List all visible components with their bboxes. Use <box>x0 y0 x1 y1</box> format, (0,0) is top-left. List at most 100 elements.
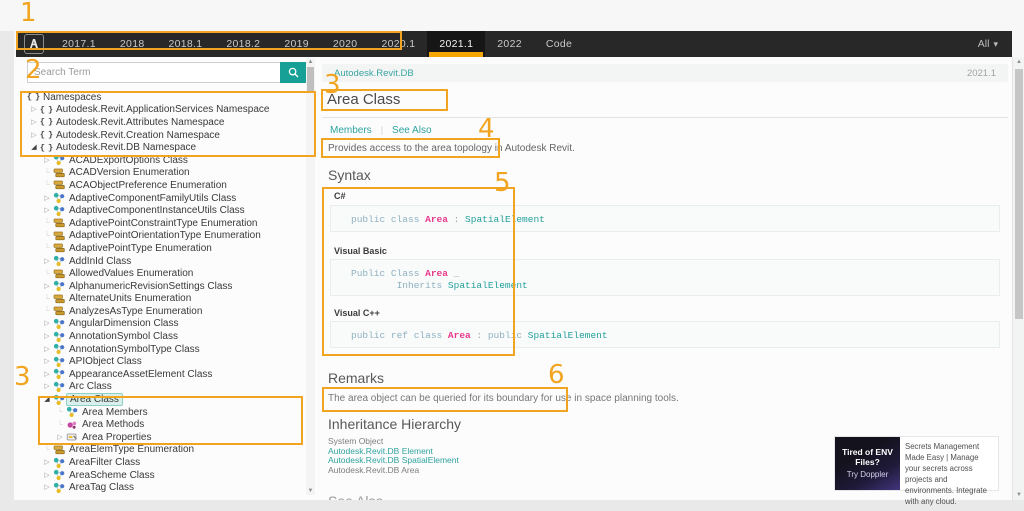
scroll-up-icon[interactable]: ▲ <box>1013 59 1024 65</box>
tree-item[interactable]: ▷AdaptiveComponentInstanceUtils Class <box>14 204 304 217</box>
tree-item[interactable]: ▷ AnnotationSymbol Class <box>14 330 304 343</box>
tree-item[interactable]: ▷AlphanumericRevisionSettings Class <box>14 280 304 293</box>
tree-connector: └ <box>42 169 52 177</box>
revit-api-docs-logo[interactable] <box>24 34 44 54</box>
tree-item[interactable]: └AlternateUnits Enumeration <box>14 293 304 306</box>
tree-item[interactable]: ▷ Area Properties <box>14 431 304 444</box>
tree-item[interactable]: └AdaptivePointOrientationType Enumeratio… <box>14 230 304 243</box>
braces-icon: { } <box>39 130 53 140</box>
tree-item[interactable]: ▷ AreaFilter Class <box>14 456 304 469</box>
collapse-icon[interactable]: ◢ <box>42 396 52 403</box>
expand-icon[interactable]: ▷ <box>42 383 52 390</box>
members-link[interactable]: Members <box>330 125 372 136</box>
tab-2020[interactable]: 2020 <box>321 31 370 57</box>
expand-icon[interactable]: ▷ <box>42 346 52 353</box>
expand-icon[interactable]: ▷ <box>42 283 52 290</box>
version-tabs: 2017.120182018.12018.2201920202020.12021… <box>50 31 584 57</box>
doppler-ad[interactable]: Tired of ENV Files? Try Doppler Secrets … <box>835 437 998 490</box>
expand-icon[interactable]: ▷ <box>29 132 39 139</box>
expand-icon[interactable]: ▷ <box>42 358 52 365</box>
breadcrumb-namespace-link[interactable]: Autodesk.Revit.DB <box>334 68 414 79</box>
tree-item[interactable]: ▷AdaptiveComponentFamilyUtils Class <box>14 192 304 205</box>
tab-2017.1[interactable]: 2017.1 <box>50 31 108 57</box>
expand-icon[interactable]: ▷ <box>42 195 52 202</box>
tree-item[interactable]: ▷ ACADExportOptions Class <box>14 154 304 167</box>
filter-dropdown[interactable]: All <box>978 38 998 50</box>
tree-item-label: AreaFilter Class <box>66 457 143 468</box>
page-scrollbar-thumb[interactable] <box>1015 69 1023 319</box>
expand-icon[interactable]: ▷ <box>42 320 52 327</box>
tree-item[interactable]: └Area Methods <box>14 418 304 431</box>
tree-item[interactable]: └ACADVersion Enumeration <box>14 167 304 180</box>
see-also-link[interactable]: See Also <box>392 125 431 136</box>
expand-icon[interactable]: ▷ <box>42 459 52 466</box>
sidebar-scrollbar[interactable]: ▲ ▼ <box>306 58 315 495</box>
tab-2018[interactable]: 2018 <box>108 31 157 57</box>
ad-cta-link[interactable]: Try Doppler <box>847 470 889 479</box>
tree-item[interactable]: └AreaElemType Enumeration <box>14 444 304 457</box>
expand-icon[interactable]: ▷ <box>42 207 52 214</box>
tree-item-label: Area Properties <box>79 432 154 443</box>
sidebar-scrollbar-thumb[interactable] <box>307 67 314 91</box>
cpp-code-block: public ref class Area : public SpatialEl… <box>330 321 1000 348</box>
enum-icon <box>52 268 66 280</box>
scroll-up-icon[interactable]: ▲ <box>306 59 315 65</box>
tree-item[interactable]: ▷{ }Autodesk.Revit.Creation Namespace <box>14 129 304 142</box>
search-button[interactable] <box>280 62 307 83</box>
tree-item[interactable]: └AllowedValues Enumeration <box>14 267 304 280</box>
tree-item[interactable]: └AdaptivePointConstraintType Enumeration <box>14 217 304 230</box>
expand-icon[interactable]: ▷ <box>29 119 39 126</box>
tree-item[interactable]: ▷AreaTag Class <box>14 481 304 494</box>
ad-banner[interactable]: Tired of ENV Files? Try Doppler <box>835 437 900 490</box>
expand-icon[interactable]: ▷ <box>42 258 52 265</box>
tree-item-label: ACADExportOptions Class <box>66 155 191 166</box>
tree-item[interactable]: ▷AnnotationSymbolType Class <box>14 343 304 356</box>
tree-item[interactable]: ▷Arc Class <box>14 381 304 394</box>
tree-item-label: AnnotationSymbol Class <box>66 331 181 342</box>
tab-2019[interactable]: 2019 <box>272 31 321 57</box>
page-scrollbar[interactable]: ▲ ▼ <box>1012 57 1024 500</box>
tab-2018.2[interactable]: 2018.2 <box>214 31 272 57</box>
tab-2021.1[interactable]: 2021.1 <box>427 31 485 57</box>
tree-item[interactable]: { }Namespaces <box>14 91 304 104</box>
expand-icon[interactable]: ▷ <box>42 484 52 491</box>
class-icon <box>52 343 66 355</box>
expand-icon[interactable]: ▷ <box>55 434 65 441</box>
tree-item[interactable]: ▷{ }Autodesk.Revit.ApplicationServices N… <box>14 104 304 117</box>
tree-item[interactable]: └ACAObjectPreference Enumeration <box>14 179 304 192</box>
scroll-down-icon[interactable]: ▼ <box>306 488 315 494</box>
tree-item-label: Autodesk.Revit.DB Namespace <box>53 142 199 153</box>
tab-2020.1[interactable]: 2020.1 <box>369 31 427 57</box>
tree-item[interactable]: ▷AppearanceAssetElement Class <box>14 368 304 381</box>
tree-item[interactable]: ▷AreaScheme Class <box>14 469 304 482</box>
tab-2018.1[interactable]: 2018.1 <box>156 31 214 57</box>
breadcrumb: Autodesk.Revit.DB 2021.1 <box>322 64 1008 82</box>
tree-item-label: Area Class <box>66 393 123 406</box>
expand-icon[interactable]: ▷ <box>29 106 39 113</box>
tree-item[interactable]: ▷AddInId Class <box>14 255 304 268</box>
scroll-down-icon[interactable]: ▼ <box>1013 492 1024 498</box>
filter-label: All <box>978 38 990 50</box>
tab-code[interactable]: Code <box>534 31 584 57</box>
tree-item[interactable]: ◢{ }Autodesk.Revit.DB Namespace <box>14 141 304 154</box>
tree-item[interactable]: ◢ Area Class <box>14 393 304 406</box>
enum-icon <box>52 179 66 191</box>
expand-icon[interactable]: ▷ <box>42 157 52 164</box>
class-description: Provides access to the area topology in … <box>328 143 575 154</box>
expand-icon[interactable]: ▷ <box>42 472 52 479</box>
tree-item[interactable]: └Area Members <box>14 406 304 419</box>
tree-item[interactable]: └AnalyzesAsType Enumeration <box>14 305 304 318</box>
expand-icon[interactable]: ▷ <box>42 371 52 378</box>
main-content: Autodesk.Revit.DB 2021.1 Area Class Memb… <box>322 0 1008 500</box>
tab-2022[interactable]: 2022 <box>485 31 534 57</box>
tree-item[interactable]: ▷APIObject Class <box>14 355 304 368</box>
collapse-icon[interactable]: ◢ <box>29 144 39 151</box>
tree-item[interactable]: └AdaptivePointType Enumeration <box>14 242 304 255</box>
search-input[interactable] <box>27 62 281 83</box>
expand-icon[interactable]: ▷ <box>42 333 52 340</box>
tree-item[interactable]: ▷AngularDimension Class <box>14 318 304 331</box>
tree-item-label: Area Members <box>79 407 151 418</box>
vb-label: Visual Basic <box>334 246 387 256</box>
tree-item[interactable]: ▷{ }Autodesk.Revit.Attributes Namespace <box>14 116 304 129</box>
class-icon <box>52 457 66 469</box>
